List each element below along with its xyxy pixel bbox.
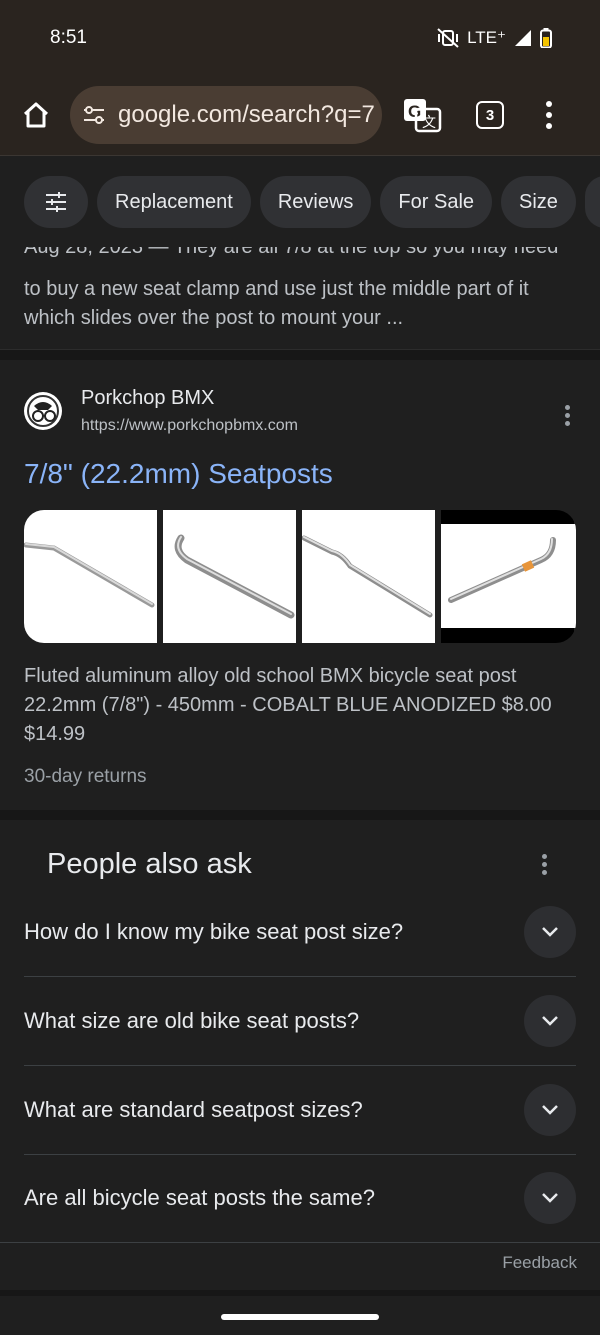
tab-switcher-button[interactable]: 3 [476,101,504,129]
chevron-down-icon[interactable] [524,906,576,958]
overflow-menu-icon[interactable] [546,101,552,129]
result-image-strip [24,510,576,643]
status-icons: LTE⁺ [437,27,552,48]
chip-for-sale[interactable]: For Sale [380,176,493,228]
chip-replacement[interactable]: Replacement [97,176,251,228]
paa-question-text: How do I know my bike seat post size? [24,919,404,944]
svg-text:G: G [408,102,421,121]
chevron-down-icon[interactable] [524,1172,576,1224]
home-button[interactable] [0,100,70,130]
snippet-text: to buy a new seat clamp and use just the… [24,278,529,329]
paa-title: People also ask [47,848,252,880]
filter-settings-chip[interactable] [24,176,88,228]
tab-count: 3 [485,106,495,124]
chip-more[interactable] [584,176,600,228]
paa-question-text: Are all bicycle seat posts the same? [24,1185,375,1210]
chevron-down-icon[interactable] [524,1084,576,1136]
chevron-down-icon[interactable] [524,995,576,1047]
paa-question[interactable]: Are all bicycle seat posts the same? [24,1154,576,1242]
paa-question-text: What are standard seatpost sizes? [24,1097,363,1122]
svg-text:文: 文 [422,115,436,131]
signal-icon [515,29,531,46]
paa-question[interactable]: What size are old bike seat posts? [24,977,576,1065]
status-bar: 8:51 LTE⁺ [0,0,600,75]
snippet-date-line: Aug 28, 2023 — They are all 7/8 at the t… [24,247,559,258]
divider [0,810,600,820]
result-more-icon[interactable] [565,405,570,426]
search-result: Porkchop BMX https://www.porkchopbmx.com… [0,360,600,810]
site-url[interactable]: https://www.porkchopbmx.com [81,417,298,435]
divider [0,1242,600,1243]
page-bottom [0,1290,600,1335]
chip-reviews[interactable]: Reviews [259,176,372,228]
seatpost-thumbnail[interactable] [441,510,576,643]
home-icon [23,102,49,128]
seatpost-thumbnail[interactable] [163,510,296,643]
previous-result-snippet: Aug 28, 2023 — They are all 7/8 at the t… [0,247,600,350]
filter-chips: Replacement Reviews For Sale Size [0,157,600,247]
browser-toolbar: google.com/search?q=7 G 文 3 [0,75,600,156]
translate-icon[interactable]: G 文 [402,97,442,133]
paa-question-text: What size are old bike seat posts? [24,1008,360,1033]
result-description: Fluted aluminum alloy old school BMX bic… [24,665,552,745]
network-label: LTE⁺ [467,27,506,47]
people-also-ask: People also ask How do I know my bike se… [0,820,600,1290]
site-info-icon[interactable] [82,104,106,126]
paa-more-icon[interactable] [542,854,547,875]
site-favicon[interactable] [24,392,62,430]
paa-question[interactable]: How do I know my bike seat post size? [24,888,576,976]
chip-size[interactable]: Size [501,176,576,228]
gesture-home-indicator[interactable] [221,1314,379,1320]
divider [0,350,600,360]
url-text[interactable]: google.com/search?q=7 [118,101,375,129]
tune-icon [46,192,66,212]
paa-question[interactable]: What are standard seatpost sizes? [24,1066,576,1154]
site-name[interactable]: Porkchop BMX [81,387,214,410]
url-bar[interactable]: google.com/search?q=7 [70,86,382,144]
porkchop-logo-icon [27,395,59,427]
result-title-link[interactable]: 7/8" (22.2mm) Seatposts [24,458,333,490]
battery-icon [540,27,552,48]
mute-vibrate-icon [437,27,459,48]
returns-info: 30-day returns [24,766,147,787]
status-time: 8:51 [50,26,87,48]
seatpost-thumbnail[interactable] [24,510,157,643]
feedback-link[interactable]: Feedback [502,1253,577,1273]
seatpost-thumbnail[interactable] [302,510,435,643]
